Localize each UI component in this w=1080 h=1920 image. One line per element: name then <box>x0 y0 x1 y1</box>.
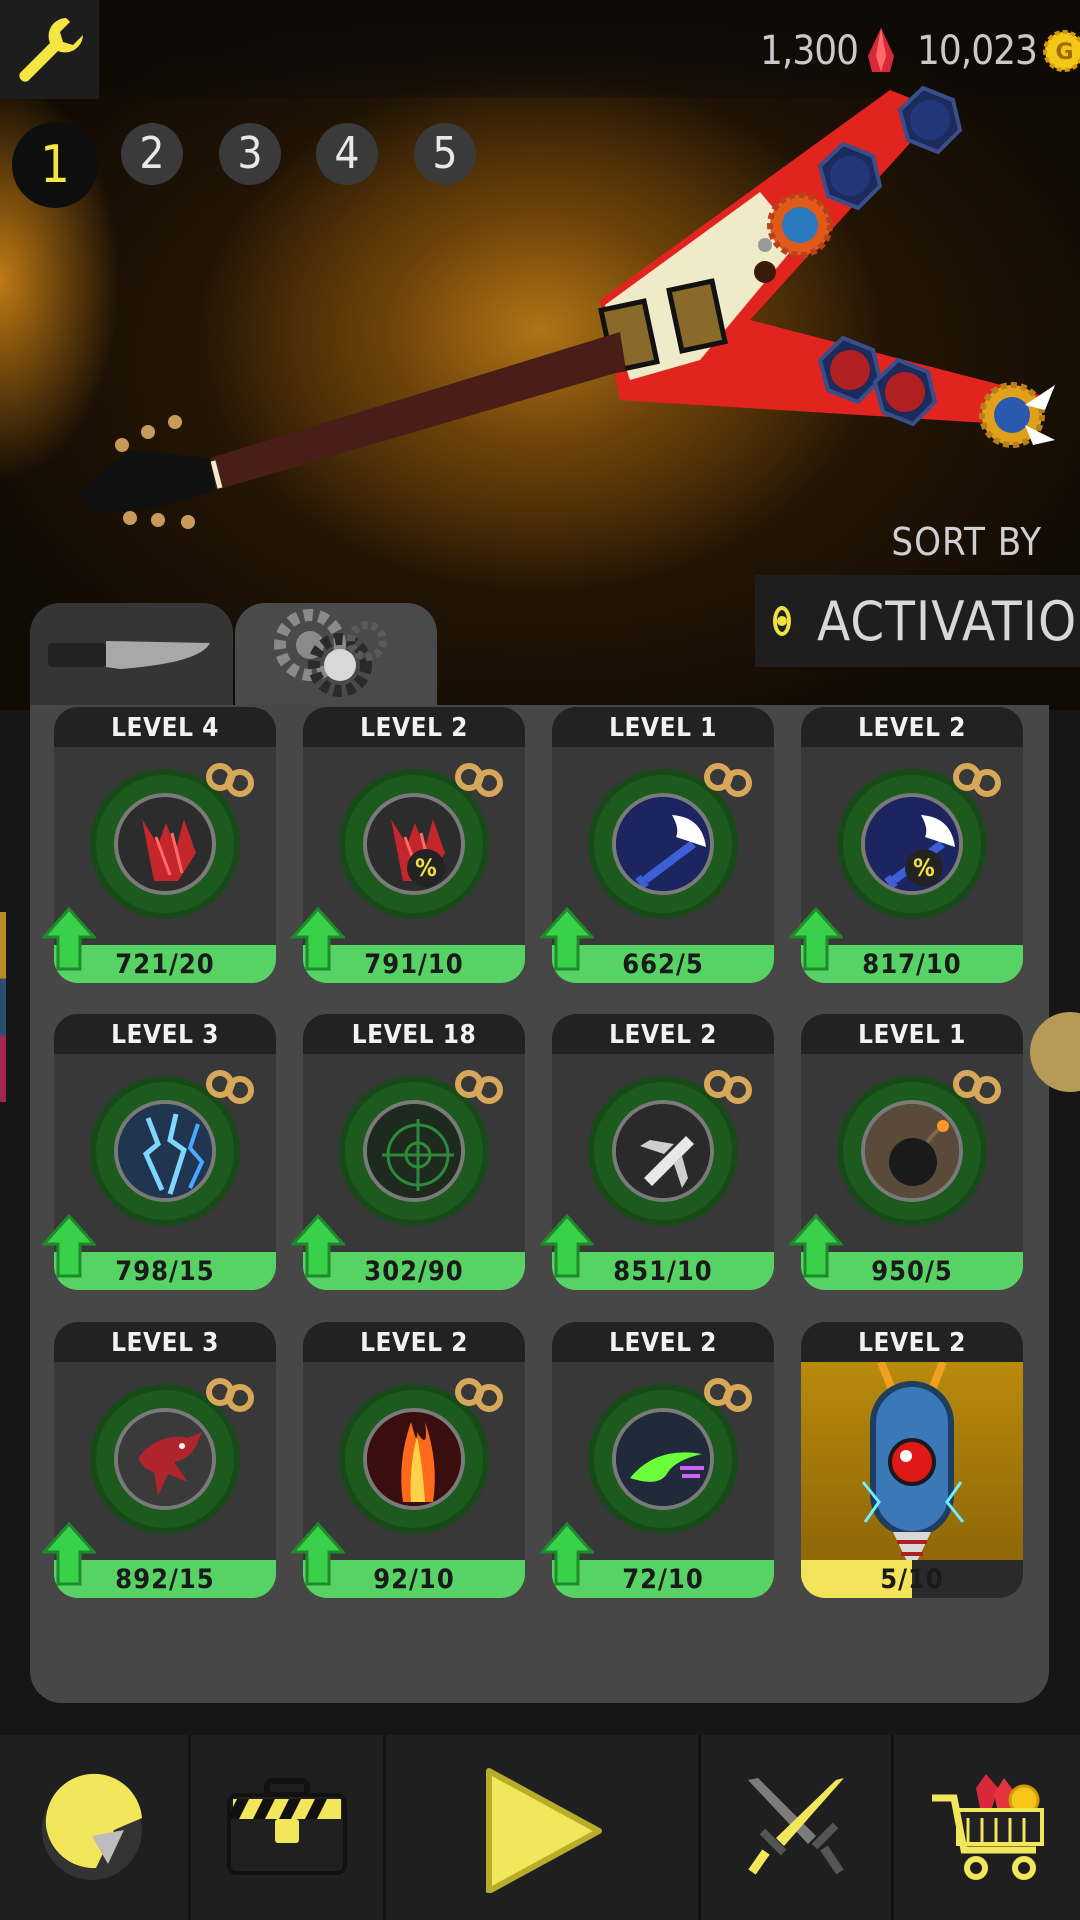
upgrade-arrow-icon <box>538 906 596 971</box>
wind-up-key-icon <box>206 1070 254 1104</box>
bomb-icon <box>865 1104 959 1198</box>
upgrade-arrow-icon <box>289 1521 347 1586</box>
gold-coin-icon: G <box>1042 30 1080 72</box>
upgrade-arrow-icon <box>538 1213 596 1278</box>
sort-button[interactable]: ACTIVATION <box>755 575 1080 667</box>
upgrade-arrow-icon <box>538 1521 596 1586</box>
gold-amount: 10,023 <box>917 28 1038 74</box>
mods-panel: LEVEL 4 721/20 LEVEL 2% 791/10 LEVEL 1 662/5 L… <box>30 705 1049 1703</box>
mod-level: LEVEL 4 <box>54 707 276 747</box>
helmet-icon <box>42 1773 142 1880</box>
nav-profile-button[interactable] <box>0 1735 188 1920</box>
mod-level: LEVEL 2 <box>552 1014 774 1054</box>
mod-card[interactable]: LEVEL 2 72/10 <box>538 1322 774 1610</box>
mod-level: LEVEL 1 <box>552 707 774 747</box>
wind-up-key-icon <box>953 763 1001 797</box>
upgrade-arrow-icon <box>289 1213 347 1278</box>
swords-icon <box>748 1777 844 1875</box>
red-claw-icon <box>142 819 196 881</box>
nav-shop-button[interactable] <box>891 1735 1080 1920</box>
mod-level: LEVEL 3 <box>54 1322 276 1362</box>
flying-v-guitar <box>80 85 1055 529</box>
dragon-icon <box>118 1412 212 1506</box>
bottom-nav <box>0 1735 1080 1920</box>
upgrade-arrow-icon <box>289 906 347 971</box>
guitar-socket-6 <box>979 382 1055 448</box>
wind-up-key-icon <box>455 763 503 797</box>
mod-card[interactable]: LEVEL 2% 817/10 <box>787 707 1023 995</box>
upgrade-arrow-icon <box>787 906 845 971</box>
drill-robot-icon <box>861 1360 965 1572</box>
guitar-socket-3 <box>767 192 833 258</box>
mod-progress-bar: 5/10 <box>801 1560 1023 1598</box>
upgrade-arrow-icon <box>40 1521 98 1586</box>
mod-level: LEVEL 2 <box>552 1322 774 1362</box>
percent-badge: % <box>407 849 445 887</box>
upgrade-arrow-icon <box>40 1213 98 1278</box>
red-gem-icon <box>868 28 894 72</box>
wind-up-key-icon <box>704 1070 752 1104</box>
guitar-socket-1 <box>897 85 963 155</box>
wind-up-key-icon <box>704 1378 752 1412</box>
mod-card[interactable]: LEVEL 2% 791/10 <box>289 707 525 995</box>
winged-sword-icon <box>616 797 710 891</box>
nav-play-button[interactable] <box>383 1735 698 1920</box>
mod-card-body <box>801 1360 1023 1572</box>
mod-level: LEVEL 2 <box>801 707 1023 747</box>
weapons-tab[interactable] <box>30 603 233 708</box>
mod-level: LEVEL 1 <box>801 1014 1023 1054</box>
mod-level: LEVEL 18 <box>303 1014 525 1054</box>
toolbox-icon <box>227 1777 347 1875</box>
sort-value: ACTIVATION <box>817 589 1080 653</box>
fire-pillar-icon <box>367 1412 461 1506</box>
play-icon <box>486 1767 602 1893</box>
mod-card[interactable]: LEVEL 4 721/20 <box>40 707 276 995</box>
crosshair-icon <box>367 1104 461 1198</box>
sort-by-label: SORT BY <box>891 520 1042 564</box>
mod-card[interactable]: LEVEL 1 662/5 <box>538 707 774 995</box>
side-strip <box>0 912 6 1102</box>
mods-tab[interactable] <box>235 603 437 708</box>
mod-card[interactable]: LEVEL 1 950/5 <box>787 1014 1023 1302</box>
upgrade-arrow-icon <box>787 1213 845 1278</box>
wind-up-key-icon <box>704 763 752 797</box>
mod-card[interactable]: LEVEL 3 892/15 <box>40 1322 276 1610</box>
gears-icon <box>274 609 387 697</box>
lightning-icon <box>118 1104 212 1198</box>
nav-toolbox-button[interactable] <box>188 1735 383 1920</box>
wind-up-key-icon <box>206 1378 254 1412</box>
gems-amount: 1,300 <box>760 28 859 74</box>
mod-card[interactable]: LEVEL 3 798/15 <box>40 1014 276 1302</box>
mod-level: LEVEL 3 <box>54 1014 276 1054</box>
green-dash-icon <box>616 1412 710 1506</box>
wind-up-key-icon <box>455 1378 503 1412</box>
mod-card[interactable]: LEVEL 2 5/10 <box>801 1322 1023 1610</box>
jet-icon <box>616 1104 710 1198</box>
radio-icon <box>773 606 791 636</box>
shop-cart-icon <box>931 1773 1044 1880</box>
knife-icon <box>48 641 210 669</box>
mod-level: LEVEL 2 <box>303 1322 525 1362</box>
wind-up-key-icon <box>455 1070 503 1104</box>
wind-up-key-icon <box>953 1070 1001 1104</box>
mod-card[interactable]: LEVEL 18 302/90 <box>289 1014 525 1302</box>
mod-level: LEVEL 2 <box>801 1322 1023 1362</box>
upgrade-arrow-icon <box>40 906 98 971</box>
nav-battle-button[interactable] <box>698 1735 891 1920</box>
mod-card[interactable]: LEVEL 2 851/10 <box>538 1014 774 1302</box>
mod-level: LEVEL 2 <box>303 707 525 747</box>
mod-card[interactable]: LEVEL 2 92/10 <box>289 1322 525 1610</box>
gold-coin-letter: G <box>1055 40 1072 65</box>
wind-up-key-icon <box>206 763 254 797</box>
percent-badge: % <box>905 849 943 887</box>
